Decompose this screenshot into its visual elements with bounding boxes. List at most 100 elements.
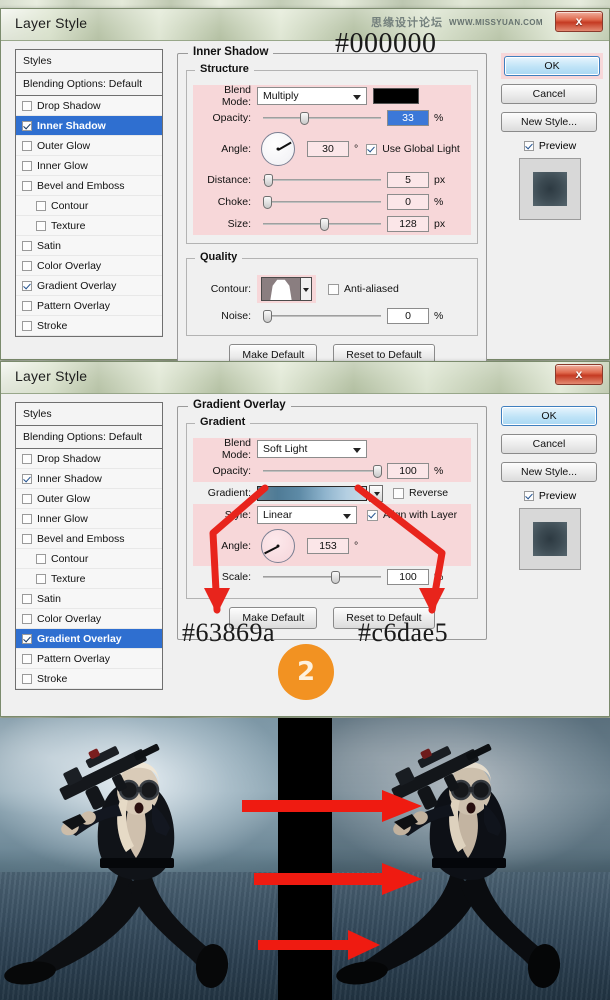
checkbox-icon[interactable] bbox=[22, 240, 32, 251]
blend-mode-select[interactable]: Multiply bbox=[257, 87, 367, 105]
style-item-satin[interactable]: Satin bbox=[16, 236, 162, 256]
chevron-down-icon[interactable] bbox=[301, 277, 312, 301]
distance-slider[interactable] bbox=[263, 171, 381, 189]
style-item-inner-shadow[interactable]: Inner Shadow bbox=[16, 469, 162, 489]
style-item-stroke[interactable]: Stroke bbox=[16, 669, 162, 689]
style-item-inner-shadow[interactable]: Inner Shadow bbox=[16, 116, 162, 136]
scale-slider[interactable] bbox=[263, 568, 381, 586]
blending-options-item[interactable]: Blending Options: Default bbox=[16, 426, 162, 449]
style-item-color-overlay[interactable]: Color Overlay bbox=[16, 256, 162, 276]
style-item-inner-glow[interactable]: Inner Glow bbox=[16, 156, 162, 176]
preview-checkbox[interactable]: Preview bbox=[501, 140, 599, 152]
style-item-contour[interactable]: Contour bbox=[16, 549, 162, 569]
style-item-texture[interactable]: Texture bbox=[16, 216, 162, 236]
checkbox-icon[interactable] bbox=[22, 473, 32, 484]
noise-slider[interactable] bbox=[263, 307, 381, 325]
dialog1-titlebar[interactable]: Layer Style 思缘设计论坛 WWW.MISSYUAN.COM x bbox=[1, 9, 609, 41]
checkbox-icon[interactable] bbox=[36, 200, 46, 211]
contour-picker[interactable] bbox=[257, 275, 316, 303]
checkbox-icon[interactable] bbox=[22, 533, 32, 544]
slider-knob[interactable] bbox=[264, 174, 274, 187]
dialog2-titlebar[interactable]: Layer Style x bbox=[1, 362, 609, 394]
opacity-slider[interactable] bbox=[263, 109, 381, 127]
new-style-button[interactable]: New Style... bbox=[501, 112, 597, 132]
style-item-bevel-and-emboss[interactable]: Bevel and Emboss bbox=[16, 529, 162, 549]
style-item-inner-glow[interactable]: Inner Glow bbox=[16, 509, 162, 529]
slider-knob[interactable] bbox=[331, 571, 341, 584]
opacity-slider[interactable] bbox=[263, 462, 382, 480]
checkbox-icon[interactable] bbox=[22, 260, 32, 271]
style-item-gradient-overlay[interactable]: Gradient Overlay bbox=[16, 629, 162, 649]
checkbox-icon[interactable] bbox=[22, 453, 32, 464]
distance-input[interactable]: 5 bbox=[387, 172, 429, 188]
noise-input[interactable]: 0 bbox=[387, 308, 429, 324]
checkbox-icon[interactable] bbox=[22, 513, 32, 524]
opacity-input[interactable]: 100 bbox=[387, 463, 429, 479]
checkbox-icon[interactable] bbox=[36, 553, 46, 564]
style-item-texture[interactable]: Texture bbox=[16, 569, 162, 589]
gradient-style-select[interactable]: Linear bbox=[257, 506, 357, 524]
style-item-gradient-overlay[interactable]: Gradient Overlay bbox=[16, 276, 162, 296]
style-item-drop-shadow[interactable]: Drop Shadow bbox=[16, 449, 162, 469]
scale-input[interactable]: 100 bbox=[387, 569, 429, 585]
style-item-contour[interactable]: Contour bbox=[16, 196, 162, 216]
choke-input[interactable]: 0 bbox=[387, 194, 429, 210]
style-item-color-overlay[interactable]: Color Overlay bbox=[16, 609, 162, 629]
slider-knob[interactable] bbox=[263, 310, 272, 323]
dialog2-styles-list[interactable]: Styles Blending Options: Default Drop Sh… bbox=[15, 402, 163, 690]
checkbox-icon[interactable] bbox=[22, 633, 32, 644]
checkbox-icon[interactable] bbox=[22, 140, 32, 151]
checkbox-icon[interactable] bbox=[36, 220, 46, 231]
close-icon[interactable]: x bbox=[555, 11, 603, 32]
slider-knob[interactable] bbox=[263, 196, 272, 209]
chevron-down-icon[interactable] bbox=[369, 484, 383, 502]
ok-button[interactable]: OK bbox=[504, 56, 600, 76]
opacity-input[interactable]: 33 bbox=[387, 110, 429, 126]
angle-input[interactable]: 30 bbox=[307, 141, 349, 157]
style-item-drop-shadow[interactable]: Drop Shadow bbox=[16, 96, 162, 116]
checkbox-icon[interactable] bbox=[22, 280, 32, 291]
preview-checkbox[interactable]: Preview bbox=[501, 490, 599, 502]
slider-knob[interactable] bbox=[319, 218, 329, 231]
slider-knob[interactable] bbox=[372, 465, 382, 478]
style-item-pattern-overlay[interactable]: Pattern Overlay bbox=[16, 649, 162, 669]
checkbox-icon[interactable] bbox=[22, 100, 32, 111]
anti-aliased-checkbox[interactable]: Anti-aliased bbox=[328, 283, 399, 295]
checkbox-icon[interactable] bbox=[22, 160, 32, 171]
dialog1-styles-list[interactable]: Styles Blending Options: Default Drop Sh… bbox=[15, 49, 163, 337]
checkbox-icon[interactable] bbox=[36, 573, 46, 584]
checkbox-icon[interactable] bbox=[22, 613, 32, 624]
style-item-satin[interactable]: Satin bbox=[16, 589, 162, 609]
style-item-stroke[interactable]: Stroke bbox=[16, 316, 162, 336]
style-item-bevel-and-emboss[interactable]: Bevel and Emboss bbox=[16, 176, 162, 196]
use-global-light-checkbox[interactable]: Use Global Light bbox=[366, 143, 460, 155]
align-with-layer-checkbox[interactable]: Align with Layer bbox=[367, 509, 457, 521]
close-icon[interactable]: x bbox=[555, 364, 603, 385]
angle-dial[interactable] bbox=[261, 529, 295, 563]
checkbox-icon[interactable] bbox=[22, 180, 32, 191]
checkbox-icon[interactable] bbox=[22, 493, 32, 504]
style-item-outer-glow[interactable]: Outer Glow bbox=[16, 489, 162, 509]
slider-knob[interactable] bbox=[299, 112, 309, 125]
angle-input[interactable]: 153 bbox=[307, 538, 349, 554]
ok-button[interactable]: OK bbox=[501, 406, 597, 426]
checkbox-icon[interactable] bbox=[22, 593, 32, 604]
shadow-color-swatch[interactable] bbox=[373, 88, 419, 104]
choke-slider[interactable] bbox=[263, 193, 381, 211]
new-style-button[interactable]: New Style... bbox=[501, 462, 597, 482]
checkbox-icon[interactable] bbox=[22, 300, 32, 311]
size-input[interactable]: 128 bbox=[387, 216, 429, 232]
gradient-preview-bar[interactable] bbox=[257, 485, 367, 501]
cancel-button[interactable]: Cancel bbox=[501, 84, 597, 104]
checkbox-icon[interactable] bbox=[22, 120, 32, 131]
checkbox-icon[interactable] bbox=[22, 320, 32, 331]
blending-options-item[interactable]: Blending Options: Default bbox=[16, 73, 162, 96]
angle-dial[interactable] bbox=[261, 132, 295, 166]
cancel-button[interactable]: Cancel bbox=[501, 434, 597, 454]
style-item-outer-glow[interactable]: Outer Glow bbox=[16, 136, 162, 156]
checkbox-icon[interactable] bbox=[22, 653, 32, 664]
reverse-checkbox[interactable]: Reverse bbox=[393, 487, 448, 499]
style-item-pattern-overlay[interactable]: Pattern Overlay bbox=[16, 296, 162, 316]
checkbox-icon[interactable] bbox=[22, 673, 32, 684]
size-slider[interactable] bbox=[263, 215, 381, 233]
